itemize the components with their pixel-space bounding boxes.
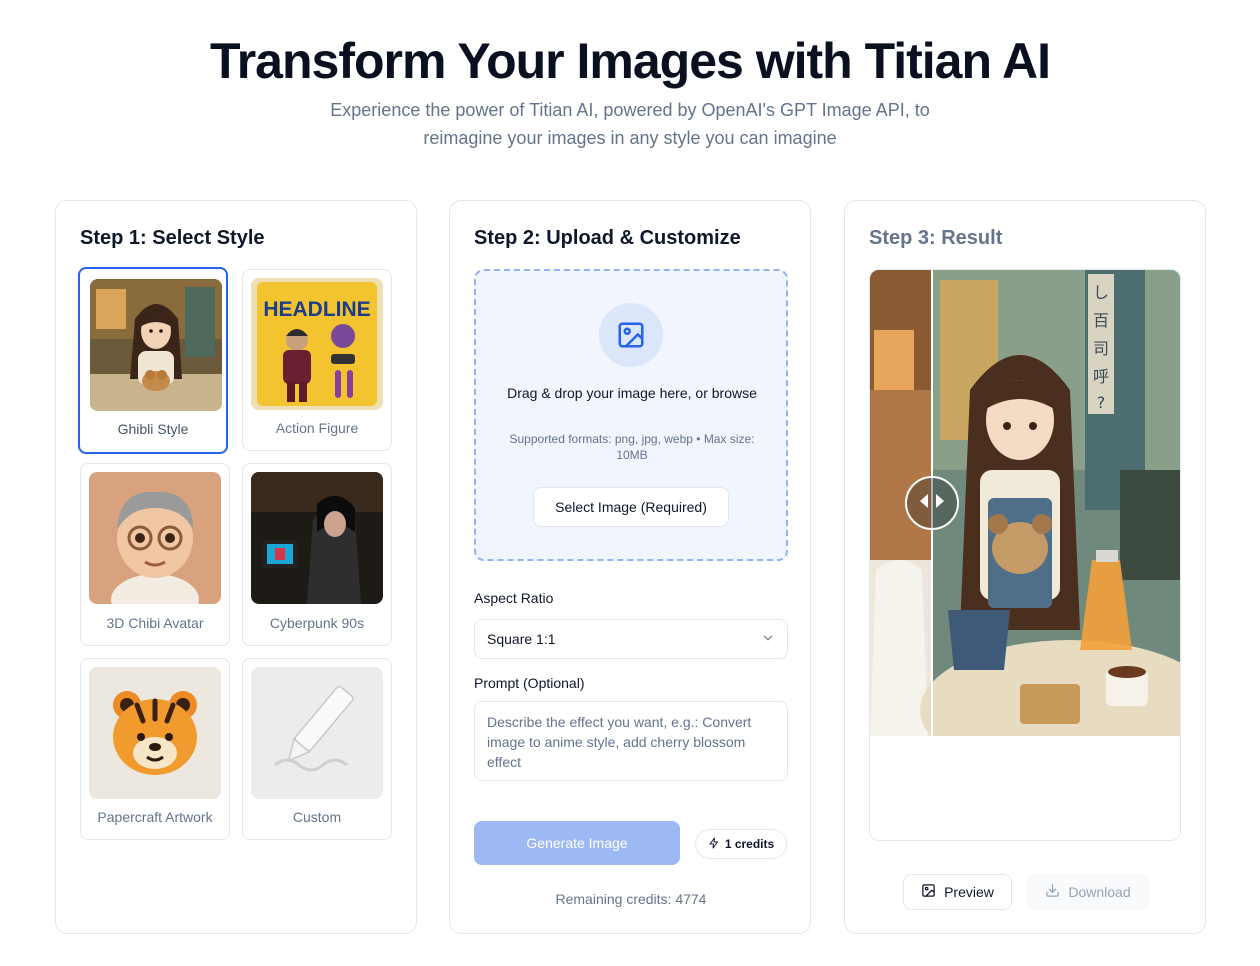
image-icon	[921, 883, 936, 901]
compare-slider-handle[interactable]	[905, 476, 959, 530]
style-label: Custom	[292, 809, 342, 825]
chibi-avatar-image	[89, 472, 221, 604]
style-card-chibi-avatar[interactable]: 3D Chibi Avatar	[80, 463, 230, 646]
style-label: Ghibli Style	[117, 421, 189, 437]
arrows-left-right-icon	[918, 492, 946, 515]
aspect-ratio-select[interactable]: Square 1:1	[474, 619, 788, 659]
download-label: Download	[1068, 884, 1131, 900]
shop-sign-char: し	[1093, 283, 1109, 302]
step1-panel: Step 1: Select Style Ghibli Style HEADLI…	[55, 200, 417, 934]
shop-sign-char: 司	[1093, 339, 1109, 358]
remaining-credits: Remaining credits: 4774	[555, 891, 707, 907]
action-figure-headline: HEADLINE	[263, 298, 370, 321]
credits-cost-text: 1 credits	[724, 837, 775, 851]
select-image-button[interactable]: Select Image (Required)	[533, 487, 729, 527]
generate-image-button[interactable]: Generate Image	[474, 821, 680, 865]
style-card-papercraft[interactable]: Papercraft Artwork	[80, 658, 230, 840]
action-figure-image: HEADLINE	[251, 278, 383, 410]
aspect-ratio-label: Aspect Ratio	[474, 590, 554, 606]
page-title: Transform Your Images with Titian AI	[209, 33, 1051, 89]
step2-title: Step 2: Upload & Customize	[474, 227, 741, 249]
image-icon	[599, 303, 663, 367]
step1-title: Step 1: Select Style	[80, 227, 265, 249]
image-dropzone[interactable]: Drag & drop your image here, or browse S…	[474, 269, 788, 561]
style-card-cyberpunk[interactable]: Cyberpunk 90s	[242, 463, 392, 646]
shop-sign-char: 呼	[1093, 367, 1109, 386]
style-label: Cyberpunk 90s	[269, 615, 365, 631]
ghibli-girl-image	[90, 279, 222, 411]
subtitle-line-2: reimagine your images in any style you c…	[423, 128, 837, 148]
dropzone-format-hint: Supported formats: png, jpg, webp • Max …	[509, 432, 755, 462]
lightning-icon	[708, 837, 720, 852]
papercraft-tiger-image	[89, 667, 221, 799]
chevron-down-icon	[761, 631, 775, 648]
style-card-action-figure[interactable]: HEADLINE Action Figure	[242, 269, 392, 451]
style-label: Papercraft Artwork	[97, 809, 213, 825]
preview-button[interactable]: Preview	[903, 874, 1012, 910]
aspect-ratio-value: Square 1:1	[487, 631, 556, 647]
style-label: Action Figure	[275, 420, 359, 436]
result-frame: し 百 司 呼 ?	[869, 269, 1181, 841]
style-label: 3D Chibi Avatar	[106, 615, 204, 631]
shop-sign-char: ?	[1097, 393, 1106, 412]
dropzone-instructions: Drag & drop your image here, or browse	[507, 385, 757, 401]
step2-panel: Step 2: Upload & Customize Drag & drop y…	[449, 200, 811, 934]
step3-title: Step 3: Result	[869, 227, 1003, 249]
credits-cost-badge: 1 credits	[695, 829, 787, 859]
prompt-label: Prompt (Optional)	[474, 675, 585, 691]
pencil-image	[251, 667, 383, 799]
preview-label: Preview	[944, 884, 994, 900]
style-card-custom[interactable]: Custom	[242, 658, 392, 840]
download-button[interactable]: Download	[1027, 874, 1149, 910]
shop-sign-char: 百	[1093, 311, 1109, 330]
prompt-input[interactable]	[474, 701, 788, 781]
cyberpunk-image	[251, 472, 383, 604]
step3-panel: Step 3: Result し 百 司 呼 ? Preview Downloa…	[844, 200, 1206, 934]
style-card-ghibli[interactable]: Ghibli Style	[78, 267, 228, 454]
subtitle-line-1: Experience the power of Titian AI, power…	[330, 100, 930, 120]
page-subtitle: Experience the power of Titian AI, power…	[300, 96, 960, 152]
download-icon	[1045, 883, 1060, 901]
